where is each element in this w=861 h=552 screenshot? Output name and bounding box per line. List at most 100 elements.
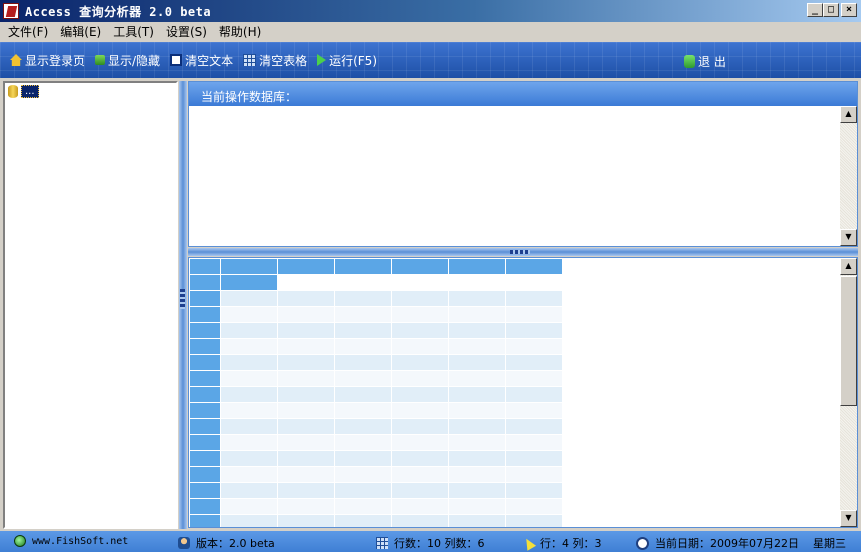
grid-vertical-scrollbar[interactable]: ▲ ▼ <box>840 258 857 527</box>
grid-cell[interactable] <box>334 434 392 451</box>
grid-row-header[interactable] <box>189 514 221 527</box>
grid-row-header[interactable] <box>189 386 221 403</box>
grid-cell[interactable] <box>505 450 563 467</box>
grid-cell[interactable] <box>448 338 506 355</box>
grid-cell[interactable] <box>334 466 392 483</box>
grid-cell[interactable] <box>277 514 335 527</box>
grid-cell[interactable] <box>277 338 335 355</box>
grid-row-header[interactable] <box>189 338 221 355</box>
grid-cell[interactable] <box>448 498 506 515</box>
horizontal-splitter[interactable] <box>188 248 858 256</box>
grid-cell[interactable] <box>505 514 563 527</box>
grid-cell[interactable] <box>448 466 506 483</box>
table-row[interactable] <box>189 418 563 435</box>
grid-row-header[interactable] <box>189 498 221 515</box>
grid-cell[interactable] <box>505 338 563 355</box>
grid-cell[interactable] <box>505 402 563 419</box>
grid-column-header[interactable] <box>448 258 506 275</box>
grid-cell[interactable] <box>448 290 506 307</box>
grid-cell[interactable] <box>220 434 278 451</box>
grid-cell[interactable] <box>391 450 449 467</box>
table-row[interactable] <box>189 386 563 403</box>
grid-cell[interactable] <box>220 450 278 467</box>
menu-file[interactable]: 文件(F) <box>2 23 54 40</box>
run-button[interactable]: 运行(F5) <box>317 52 377 69</box>
grid-row-header[interactable] <box>189 434 221 451</box>
grid-cell[interactable] <box>334 386 392 403</box>
grid-cell[interactable] <box>220 290 278 307</box>
grid-cell[interactable] <box>220 498 278 515</box>
grid-cell[interactable] <box>277 466 335 483</box>
grid-cell[interactable] <box>391 338 449 355</box>
grid-cell[interactable] <box>391 482 449 499</box>
grid-cell[interactable] <box>505 322 563 339</box>
grid-cell[interactable] <box>505 290 563 307</box>
grid-cell[interactable] <box>448 274 506 291</box>
table-row[interactable] <box>189 274 563 291</box>
table-row[interactable] <box>189 402 563 419</box>
grid-cell[interactable] <box>391 322 449 339</box>
scroll-up-button[interactable]: ▲ <box>840 106 857 123</box>
table-row[interactable] <box>189 450 563 467</box>
table-row[interactable] <box>189 354 563 371</box>
grid-cell[interactable] <box>277 434 335 451</box>
grid-cell[interactable] <box>220 338 278 355</box>
splitter-grip-icon[interactable] <box>180 289 185 309</box>
table-row[interactable] <box>189 466 563 483</box>
grid-cell[interactable] <box>220 274 278 291</box>
grid-cell[interactable] <box>448 322 506 339</box>
grid-cell[interactable] <box>334 402 392 419</box>
grid-cell[interactable] <box>220 386 278 403</box>
grid-cell[interactable] <box>277 418 335 435</box>
grid-cell[interactable] <box>277 386 335 403</box>
table-row[interactable] <box>189 370 563 387</box>
grid-cell[interactable] <box>391 402 449 419</box>
scroll-down-button[interactable]: ▼ <box>840 229 857 246</box>
grid-cell[interactable] <box>505 466 563 483</box>
table-row[interactable] <box>189 514 563 527</box>
tree-root-node[interactable]: ... <box>8 85 39 98</box>
grid-row-header[interactable] <box>189 482 221 499</box>
grid-cell[interactable] <box>277 498 335 515</box>
grid-cell[interactable] <box>391 354 449 371</box>
grid-cell[interactable] <box>448 354 506 371</box>
clear-text-button[interactable]: 清空文本 <box>170 52 233 69</box>
grid-cell[interactable] <box>505 370 563 387</box>
grid-cell[interactable] <box>334 338 392 355</box>
tree-root-label[interactable]: ... <box>21 85 39 98</box>
grid-cell[interactable] <box>391 418 449 435</box>
grid-cell[interactable] <box>505 418 563 435</box>
exit-button[interactable]: 退 出 <box>684 53 726 70</box>
grid-column-header[interactable] <box>505 258 563 275</box>
grid-scroll-thumb[interactable] <box>840 276 857 406</box>
grid-cell[interactable] <box>391 290 449 307</box>
grid-cell[interactable] <box>448 482 506 499</box>
table-row[interactable] <box>189 290 563 307</box>
grid-cell[interactable] <box>334 450 392 467</box>
menu-settings[interactable]: 设置(S) <box>160 23 213 40</box>
grid-cell[interactable] <box>220 418 278 435</box>
grid-cell[interactable] <box>505 306 563 323</box>
grid-cell[interactable] <box>448 450 506 467</box>
grid-column-header[interactable] <box>220 258 278 275</box>
grid-cell[interactable] <box>334 498 392 515</box>
grid-cell[interactable] <box>277 322 335 339</box>
grid-scroll-up-button[interactable]: ▲ <box>840 258 857 275</box>
grid-cell[interactable] <box>220 306 278 323</box>
grid-cell[interactable] <box>391 274 449 291</box>
grid-row-header[interactable] <box>189 466 221 483</box>
grid-cell[interactable] <box>277 370 335 387</box>
clear-table-button[interactable]: 清空表格 <box>243 52 307 69</box>
grid-cell[interactable] <box>505 386 563 403</box>
grid-row-header[interactable] <box>189 290 221 307</box>
grid-corner-cell[interactable] <box>189 258 221 275</box>
sql-text-area[interactable] <box>189 106 839 246</box>
table-row[interactable] <box>189 322 563 339</box>
grid-cell[interactable] <box>391 370 449 387</box>
grid-row-header[interactable] <box>189 450 221 467</box>
grid-row-header[interactable] <box>189 402 221 419</box>
grid-cell[interactable] <box>220 482 278 499</box>
grid-cell[interactable] <box>220 466 278 483</box>
grid-cell[interactable] <box>505 274 563 291</box>
grid-column-header[interactable] <box>391 258 449 275</box>
